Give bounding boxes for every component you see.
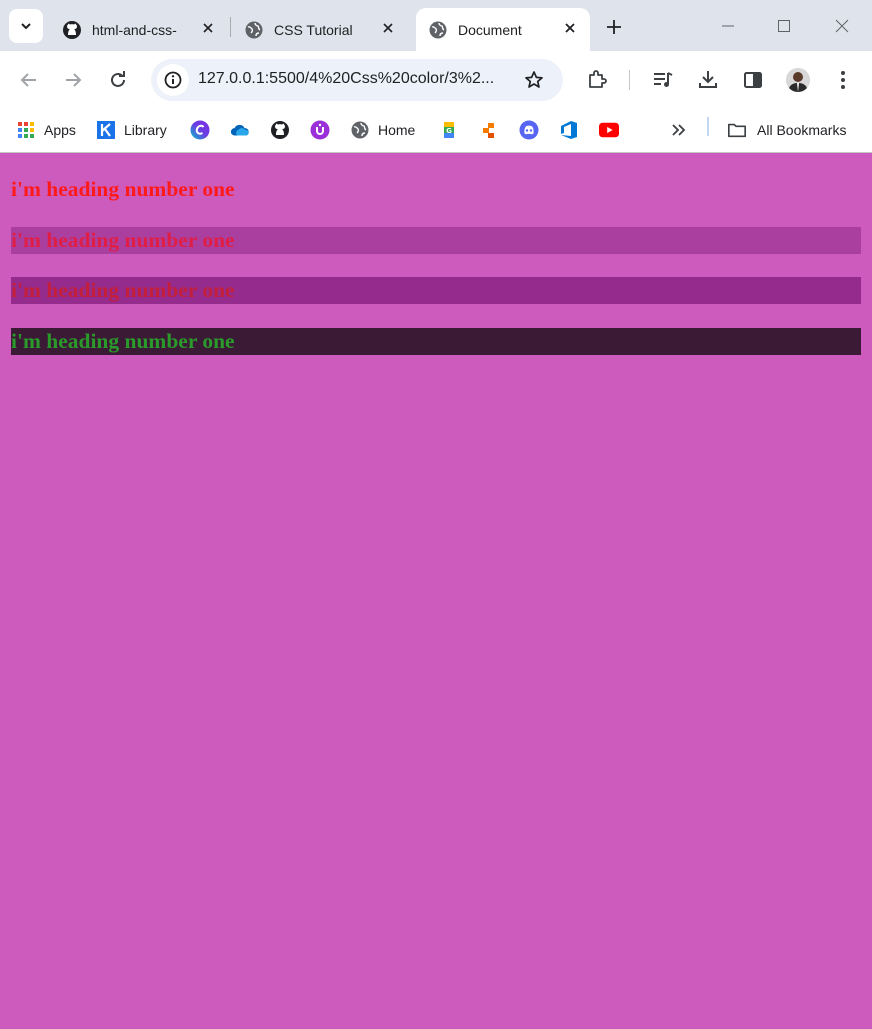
arrow-right-icon	[66, 73, 82, 87]
discord-icon	[519, 120, 539, 140]
bookmark-extension-u[interactable]	[310, 117, 330, 143]
tab-html-and-css[interactable]: html-and-css-	[50, 8, 228, 51]
bookmark-label: Library	[124, 122, 167, 138]
close-icon[interactable]	[378, 18, 398, 38]
chevron-down-icon	[21, 23, 31, 30]
close-icon	[835, 19, 849, 33]
heading-3: i'm heading number one	[11, 277, 861, 304]
tab-separator	[230, 17, 231, 37]
page-viewport: i'm heading number one i'm heading numbe…	[0, 153, 872, 1029]
more-vert-icon	[841, 71, 845, 89]
bookmark-home[interactable]: Home	[350, 117, 415, 143]
tab-label: html-and-css-	[92, 21, 177, 38]
playlist-icon	[654, 72, 673, 87]
bookmark-azure-devops[interactable]	[559, 117, 579, 143]
globe-icon	[428, 20, 448, 40]
star-icon	[525, 71, 543, 88]
folder-icon	[727, 120, 747, 140]
url-text[interactable]: 127.0.0.1:5500/4%20Css%20color/3%2...	[198, 70, 494, 88]
bookmark-label: Home	[378, 122, 416, 138]
downloads-button[interactable]	[694, 66, 722, 94]
side-panel-icon	[744, 72, 762, 88]
download-icon	[699, 71, 717, 88]
bookmark-onedrive[interactable]	[230, 117, 250, 143]
side-panel-button[interactable]	[739, 66, 767, 94]
google-apps-icon: G	[439, 120, 459, 140]
tab-label: CSS Tutorial	[274, 21, 353, 38]
arrow-left-icon	[20, 73, 36, 87]
bookmark-apps[interactable]: Apps	[16, 117, 76, 143]
apps-grid-icon	[16, 120, 36, 140]
github-icon	[270, 120, 290, 140]
heading-4: i'm heading number one	[11, 328, 861, 355]
onedrive-icon	[230, 120, 250, 140]
profile-avatar[interactable]	[786, 68, 810, 92]
profile-photo-icon	[786, 68, 810, 92]
bookmarks-overflow-button[interactable]	[668, 117, 688, 143]
tab-document[interactable]: Document	[416, 8, 590, 51]
tab-search-button[interactable]	[9, 9, 43, 43]
github-icon	[62, 20, 82, 40]
media-controls-button[interactable]	[649, 66, 677, 94]
heading-2: i'm heading number one	[11, 227, 861, 254]
bookmarks-bar: Apps Library Home G All Bookmarks	[0, 108, 872, 153]
puzzle-icon	[589, 70, 607, 88]
bookmark-discord[interactable]	[519, 117, 539, 143]
heading-1: i'm heading number one	[11, 177, 235, 201]
extensions-button[interactable]	[583, 66, 611, 94]
orange-app-icon	[479, 120, 499, 140]
chevron-double-right-icon	[668, 120, 688, 140]
reload-icon	[111, 71, 125, 87]
azure-devops-icon	[559, 120, 579, 140]
youtube-icon	[599, 120, 619, 140]
bookmark-youtube[interactable]	[599, 117, 619, 143]
bookmark-orange-app[interactable]	[479, 117, 499, 143]
new-tab-button[interactable]	[602, 15, 626, 39]
bookmark-label: Apps	[44, 122, 76, 138]
extension-u-icon	[310, 120, 330, 140]
bookmark-google-apps[interactable]: G	[439, 117, 459, 143]
maximize-button[interactable]	[770, 12, 798, 40]
address-bar[interactable]: 127.0.0.1:5500/4%20Css%20color/3%2...	[151, 59, 563, 101]
svg-text:G: G	[446, 127, 452, 135]
menu-button[interactable]	[829, 66, 857, 94]
bookmark-star-button[interactable]	[523, 69, 545, 91]
close-icon[interactable]	[560, 18, 580, 38]
toolbar: 127.0.0.1:5500/4%20Css%20color/3%2...	[0, 51, 872, 108]
tab-css-tutorial[interactable]: CSS Tutorial	[232, 8, 412, 51]
canva-icon	[190, 120, 210, 140]
minimize-icon	[722, 25, 734, 27]
bookmark-github[interactable]	[270, 117, 290, 143]
close-window-button[interactable]	[828, 12, 856, 40]
info-icon	[164, 71, 182, 89]
bookmark-canva[interactable]	[190, 117, 210, 143]
all-bookmarks-label: All Bookmarks	[757, 122, 847, 138]
minimize-button[interactable]	[714, 12, 742, 40]
globe-icon	[350, 120, 370, 140]
bookmarks-separator	[707, 117, 709, 136]
tab-label: Document	[458, 21, 522, 38]
maximize-icon	[778, 20, 790, 32]
library-icon	[96, 120, 116, 140]
reload-button[interactable]	[103, 65, 133, 95]
globe-icon	[244, 20, 264, 40]
all-bookmarks-button[interactable]: All Bookmarks	[727, 117, 846, 143]
tab-strip: html-and-css- CSS Tutorial Document	[0, 0, 872, 51]
plus-icon	[607, 20, 621, 34]
site-info-button[interactable]	[157, 64, 189, 96]
close-icon[interactable]	[198, 18, 218, 38]
forward-button[interactable]	[58, 65, 88, 95]
bookmark-library[interactable]: Library	[96, 117, 167, 143]
toolbar-separator	[629, 70, 630, 90]
back-button[interactable]	[14, 65, 44, 95]
